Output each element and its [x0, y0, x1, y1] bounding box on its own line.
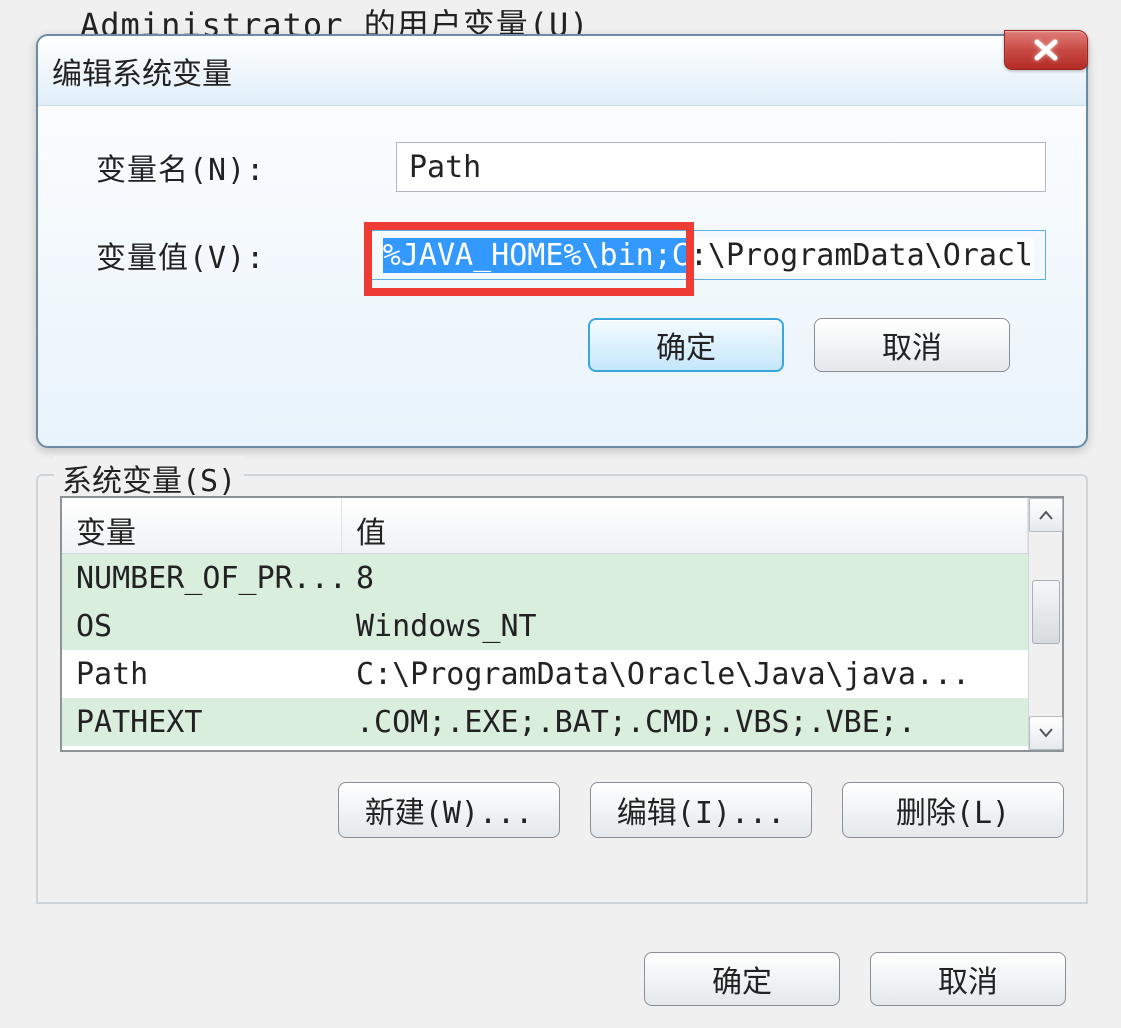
edit-button[interactable]: 编辑(I)...	[590, 782, 812, 838]
variable-name-input[interactable]	[396, 142, 1046, 192]
edit-system-variable-dialog: 编辑系统变量 变量名(N): 变量值(V): %JAVA_HOME%\bin;C…	[36, 34, 1088, 448]
ok-button[interactable]: 确定	[588, 318, 784, 372]
dialog-body: 变量名(N): 变量值(V): %JAVA_HOME%\bin;C:\Progr…	[38, 106, 1086, 372]
table-header: 变量 值	[62, 498, 1028, 554]
table-row[interactable]: NUMBER_OF_PR...8	[62, 554, 1028, 602]
scroll-thumb[interactable]	[1032, 580, 1060, 644]
cancel-button[interactable]: 取消	[814, 318, 1010, 372]
variable-name-label: 变量名(N):	[96, 145, 396, 189]
cell-value: C:\ProgramData\Oracle\Java\java...	[342, 653, 1028, 696]
group-title: 系统变量(S)	[54, 456, 244, 500]
system-variables-table: 变量 值 NUMBER_OF_PR...8OSWindows_NTPathC:\…	[60, 496, 1064, 752]
variable-name-row: 变量名(N):	[96, 142, 1046, 192]
cell-value: .COM;.EXE;.BAT;.CMD;.VBS;.VBE;.	[342, 701, 1028, 744]
chevron-up-icon	[1039, 510, 1053, 520]
unselected-text-segment: :\ProgramData\Oracl	[690, 238, 1033, 273]
new-button[interactable]: 新建(W)...	[338, 782, 560, 838]
table-row[interactable]: PathC:\ProgramData\Oracle\Java\java...	[62, 650, 1028, 698]
cell-variable: OS	[62, 605, 342, 648]
cell-variable: Path	[62, 653, 342, 696]
cell-variable: NUMBER_OF_PR...	[62, 557, 342, 600]
table-row[interactable]: PATHEXT.COM;.EXE;.BAT;.CMD;.VBS;.VBE;.	[62, 698, 1028, 746]
cell-variable: PATHEXT	[62, 701, 342, 744]
parent-cancel-button[interactable]: 取消	[870, 952, 1066, 1006]
close-icon	[1032, 38, 1060, 62]
selected-text-segment: %JAVA_HOME%\bin;C	[383, 238, 690, 273]
delete-button[interactable]: 删除(L)	[842, 782, 1064, 838]
dialog-title: 编辑系统变量	[52, 49, 232, 93]
variable-value-row: 变量值(V): %JAVA_HOME%\bin;C:\ProgramData\O…	[96, 230, 1046, 280]
dialog-button-row: 确定 取消	[96, 318, 1046, 372]
scroll-up-button[interactable]	[1029, 498, 1063, 532]
close-button[interactable]	[1004, 30, 1088, 70]
parent-button-row: 确定 取消	[36, 952, 1088, 1006]
group-button-row: 新建(W)... 编辑(I)... 删除(L)	[60, 782, 1064, 838]
variable-value-input[interactable]: %JAVA_HOME%\bin;C:\ProgramData\Oracl	[370, 230, 1046, 280]
vertical-scrollbar[interactable]	[1028, 498, 1062, 750]
variable-value-input-wrap: %JAVA_HOME%\bin;C:\ProgramData\Oracl	[370, 230, 1046, 280]
chevron-down-icon	[1039, 728, 1053, 738]
parent-ok-button[interactable]: 确定	[644, 952, 840, 1006]
cell-value: Windows_NT	[342, 605, 1028, 648]
scroll-down-button[interactable]	[1029, 716, 1063, 750]
table-row[interactable]: OSWindows_NT	[62, 602, 1028, 650]
dialog-titlebar[interactable]: 编辑系统变量	[38, 36, 1086, 106]
table-main: 变量 值 NUMBER_OF_PR...8OSWindows_NTPathC:\…	[62, 498, 1028, 750]
column-header-variable[interactable]: 变量	[62, 498, 342, 553]
variable-value-label: 变量值(V):	[96, 233, 370, 277]
system-variables-group: 系统变量(S) 变量 值 NUMBER_OF_PR...8OSWindows_N…	[36, 474, 1088, 904]
table-body: NUMBER_OF_PR...8OSWindows_NTPathC:\Progr…	[62, 554, 1028, 746]
cell-value: 8	[342, 557, 1028, 600]
column-header-value[interactable]: 值	[342, 498, 1028, 553]
